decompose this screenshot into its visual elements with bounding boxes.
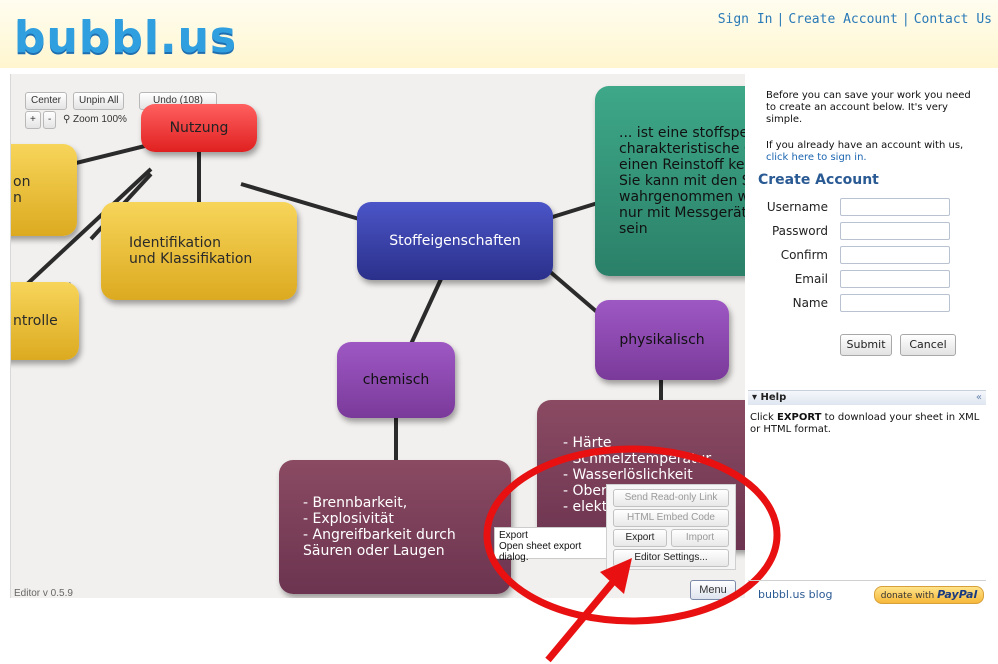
bubble-definition[interactable]: ... ist eine stoffspe charakteristische … [595, 86, 745, 276]
create-account-title: Create Account [758, 172, 879, 188]
bubble-stoffeigenschaften-text: Stoffeigenschaften [389, 233, 521, 249]
bubble-left-top-text: on n [13, 174, 31, 206]
tooltip-desc: Open sheet export dialog. [499, 541, 582, 563]
bubble-nutzung[interactable]: Nutzung [141, 104, 257, 152]
bubble-identifikation[interactable]: Identifikation und Klassifikation [101, 202, 297, 300]
sign-in-here-link[interactable]: click here to sign in. [766, 152, 867, 163]
cancel-button[interactable]: Cancel [900, 334, 956, 356]
blog-link[interactable]: bubbl.us blog [758, 588, 832, 601]
account-panel: Before you can save your work you need t… [748, 82, 988, 604]
bubblus-logo[interactable]: bubbl.us [14, 12, 237, 63]
bubble-nutzung-text: Nutzung [169, 120, 229, 136]
username-input[interactable] [840, 198, 950, 216]
bubble-definition-text: ... ist eine stoffspe charakteristische … [619, 125, 745, 237]
zoom-in-button[interactable]: + [25, 111, 41, 129]
collapse-triangle-icon: ▾ [752, 392, 758, 403]
import-item[interactable]: Import [671, 529, 729, 547]
bubble-left-top[interactable]: on n [11, 144, 77, 236]
bubble-chem-details[interactable]: - Brennbarkeit, - Explosivität - Angreif… [279, 460, 511, 594]
editor-version: Editor v 0.5.9 [14, 588, 73, 599]
username-label: Username [766, 200, 828, 214]
name-input[interactable] [840, 294, 950, 312]
confirm-input[interactable] [840, 246, 950, 264]
confirm-label: Confirm [780, 248, 828, 262]
export-tooltip: Export Open sheet export dialog. [494, 527, 612, 563]
paypal-donate-button[interactable]: donate with PayPal [874, 586, 984, 604]
center-button[interactable]: Center [25, 92, 68, 110]
sign-in-prompt: If you already have an account with us, … [766, 140, 976, 164]
zoom-icon: ⚲ [63, 114, 71, 125]
header: bubbl.us Sign In | Create Account | Contact … [0, 0, 998, 68]
bubble-chemisch[interactable]: chemisch [337, 342, 455, 418]
bubble-chemisch-text: chemisch [362, 372, 430, 388]
intro-text: Before you can save your work you need t… [766, 90, 971, 125]
collapse-panel-icon[interactable]: « [976, 391, 982, 405]
help-title: Help [760, 392, 787, 403]
menu-popup: Send Read-only Link HTML Embed Code Expo… [606, 484, 736, 570]
paypal-logo: PayPal [937, 588, 978, 601]
email-input[interactable] [840, 270, 950, 288]
help-header[interactable]: ▾ Help « [748, 390, 986, 405]
contact-us-link[interactable]: Contact Us [914, 12, 992, 27]
panel-divider [748, 580, 986, 581]
help-pre: Click [750, 412, 774, 423]
sign-in-link[interactable]: Sign In [718, 12, 773, 27]
bubble-kontrolle[interactable]: ntrolle [11, 282, 79, 360]
donate-text: donate with [880, 591, 935, 601]
bubble-kontrolle-text: ntrolle [13, 313, 58, 329]
name-label: Name [792, 296, 828, 310]
zoom-label: Zoom 100% [73, 114, 127, 125]
submit-button[interactable]: Submit [840, 334, 892, 356]
zoom-out-button[interactable]: - [43, 111, 57, 129]
html-embed-code-item[interactable]: HTML Embed Code [613, 509, 729, 527]
tooltip-title: Export [499, 530, 528, 541]
bubble-chem-details-text: - Brennbarkeit, - Explosivität - Angreif… [303, 495, 456, 559]
bubble-stoffeigenschaften[interactable]: Stoffeigenschaften [357, 202, 553, 280]
help-keyword: EXPORT [777, 412, 822, 423]
create-account-link[interactable]: Create Account [788, 12, 898, 27]
bubble-identifikation-text: Identifikation und Klassifikation [129, 235, 253, 267]
bubble-physikalisch-text: physikalisch [619, 332, 705, 348]
editor-settings-item[interactable]: Editor Settings... [613, 549, 729, 567]
menu-button[interactable]: Menu [690, 580, 736, 600]
export-item[interactable]: Export [613, 529, 667, 547]
send-readonly-link-item[interactable]: Send Read-only Link [613, 489, 729, 507]
password-label: Password [771, 224, 828, 238]
top-links: Sign In | Create Account | Contact Us [717, 12, 992, 27]
bubble-physikalisch[interactable]: physikalisch [595, 300, 729, 380]
unpin-all-button[interactable]: Unpin All [73, 92, 125, 110]
email-label: Email [794, 272, 828, 286]
help-text: Click EXPORT to download your sheet in X… [750, 412, 982, 436]
sign-in-prompt-text: If you already have an account with us, [766, 140, 964, 151]
password-input[interactable] [840, 222, 950, 240]
